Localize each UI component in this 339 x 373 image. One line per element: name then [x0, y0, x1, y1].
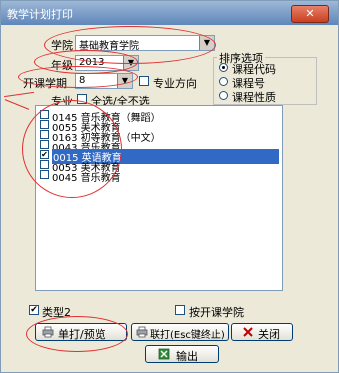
window-close-button[interactable]: ✕ [291, 5, 329, 23]
sort-radio-course-nature[interactable] [219, 91, 228, 100]
list-item-label: 0045 音乐教育 [52, 173, 121, 184]
print-preview-button[interactable]: 单打/预览 [35, 323, 127, 341]
list-item-checkbox[interactable] [40, 160, 49, 169]
term-value: 8 [79, 75, 86, 86]
printer-icon [136, 326, 148, 338]
close-label: 关闭 [258, 328, 280, 341]
sort-radio-course-code[interactable] [219, 63, 228, 72]
list-item-checkbox[interactable] [40, 130, 49, 139]
major-direction-label: 专业方向 [153, 77, 197, 90]
list-item-checkbox[interactable] [40, 170, 49, 179]
window-title: 教学计划打印 [7, 8, 73, 21]
screen: 教学计划打印 ✕ 学院 基础教育学院 ▼ 年级 2013 ▼ 开课学期 8 ▼ [0, 0, 339, 373]
sort-radio-course-number[interactable] [219, 77, 228, 86]
export-button[interactable]: 输出 [145, 345, 219, 363]
list-item-checkbox[interactable] [40, 110, 49, 119]
list-item-checkbox[interactable] [40, 120, 49, 129]
list-item-checkbox[interactable] [40, 140, 49, 149]
chevron-down-icon[interactable]: ▼ [117, 74, 132, 88]
close-button[interactable]: 关闭 [231, 323, 293, 341]
college-value: 基础教育学院 [79, 41, 139, 52]
major-direction-checkbox[interactable] [139, 76, 149, 86]
print-dialog: 教学计划打印 ✕ 学院 基础教育学院 ▼ 年级 2013 ▼ 开课学期 8 ▼ [0, 0, 339, 373]
chevron-down-icon[interactable]: ▼ [199, 36, 214, 50]
college-label: 学院 [51, 39, 73, 52]
major-list[interactable]: 0145 音乐教育（舞蹈） 0055 美术教育 0163 初等教育（中文） 00… [35, 105, 283, 291]
term-label: 开课学期 [23, 77, 67, 90]
grade-value: 2013 [79, 57, 105, 68]
term-select[interactable]: 8 ▼ [75, 73, 133, 89]
select-all-checkbox[interactable] [77, 94, 87, 104]
grade-select[interactable]: 2013 ▼ [75, 55, 139, 71]
dialog-client-area: 学院 基础教育学院 ▼ 年级 2013 ▼ 开课学期 8 ▼ 专业方向 专业 全… [9, 27, 327, 365]
type2-label: 类型2 [42, 306, 71, 319]
by-term-college-checkbox[interactable] [175, 305, 185, 315]
list-item-checkbox-checked[interactable]: ✔ [40, 150, 49, 159]
grade-label: 年级 [51, 59, 73, 72]
by-term-college-label: 按开课学院 [189, 306, 244, 319]
spreadsheet-icon [158, 348, 170, 360]
chevron-down-icon[interactable]: ▼ [123, 56, 138, 70]
title-bar[interactable]: 教学计划打印 ✕ [1, 1, 338, 25]
college-select[interactable]: 基础教育学院 ▼ [75, 35, 215, 52]
list-item[interactable]: 0045 音乐教育 [36, 170, 282, 184]
batch-print-label: 联打(Esc键终止) [150, 330, 225, 341]
type2-checkbox[interactable]: ✔ [29, 305, 39, 315]
batch-print-button[interactable]: 联打(Esc键终止) [131, 323, 229, 341]
sort-option-course-nature: 课程性质 [232, 91, 276, 104]
printer-icon [42, 326, 54, 338]
export-label: 输出 [176, 350, 198, 363]
print-preview-label: 单打/预览 [58, 328, 106, 341]
close-icon [243, 327, 253, 337]
